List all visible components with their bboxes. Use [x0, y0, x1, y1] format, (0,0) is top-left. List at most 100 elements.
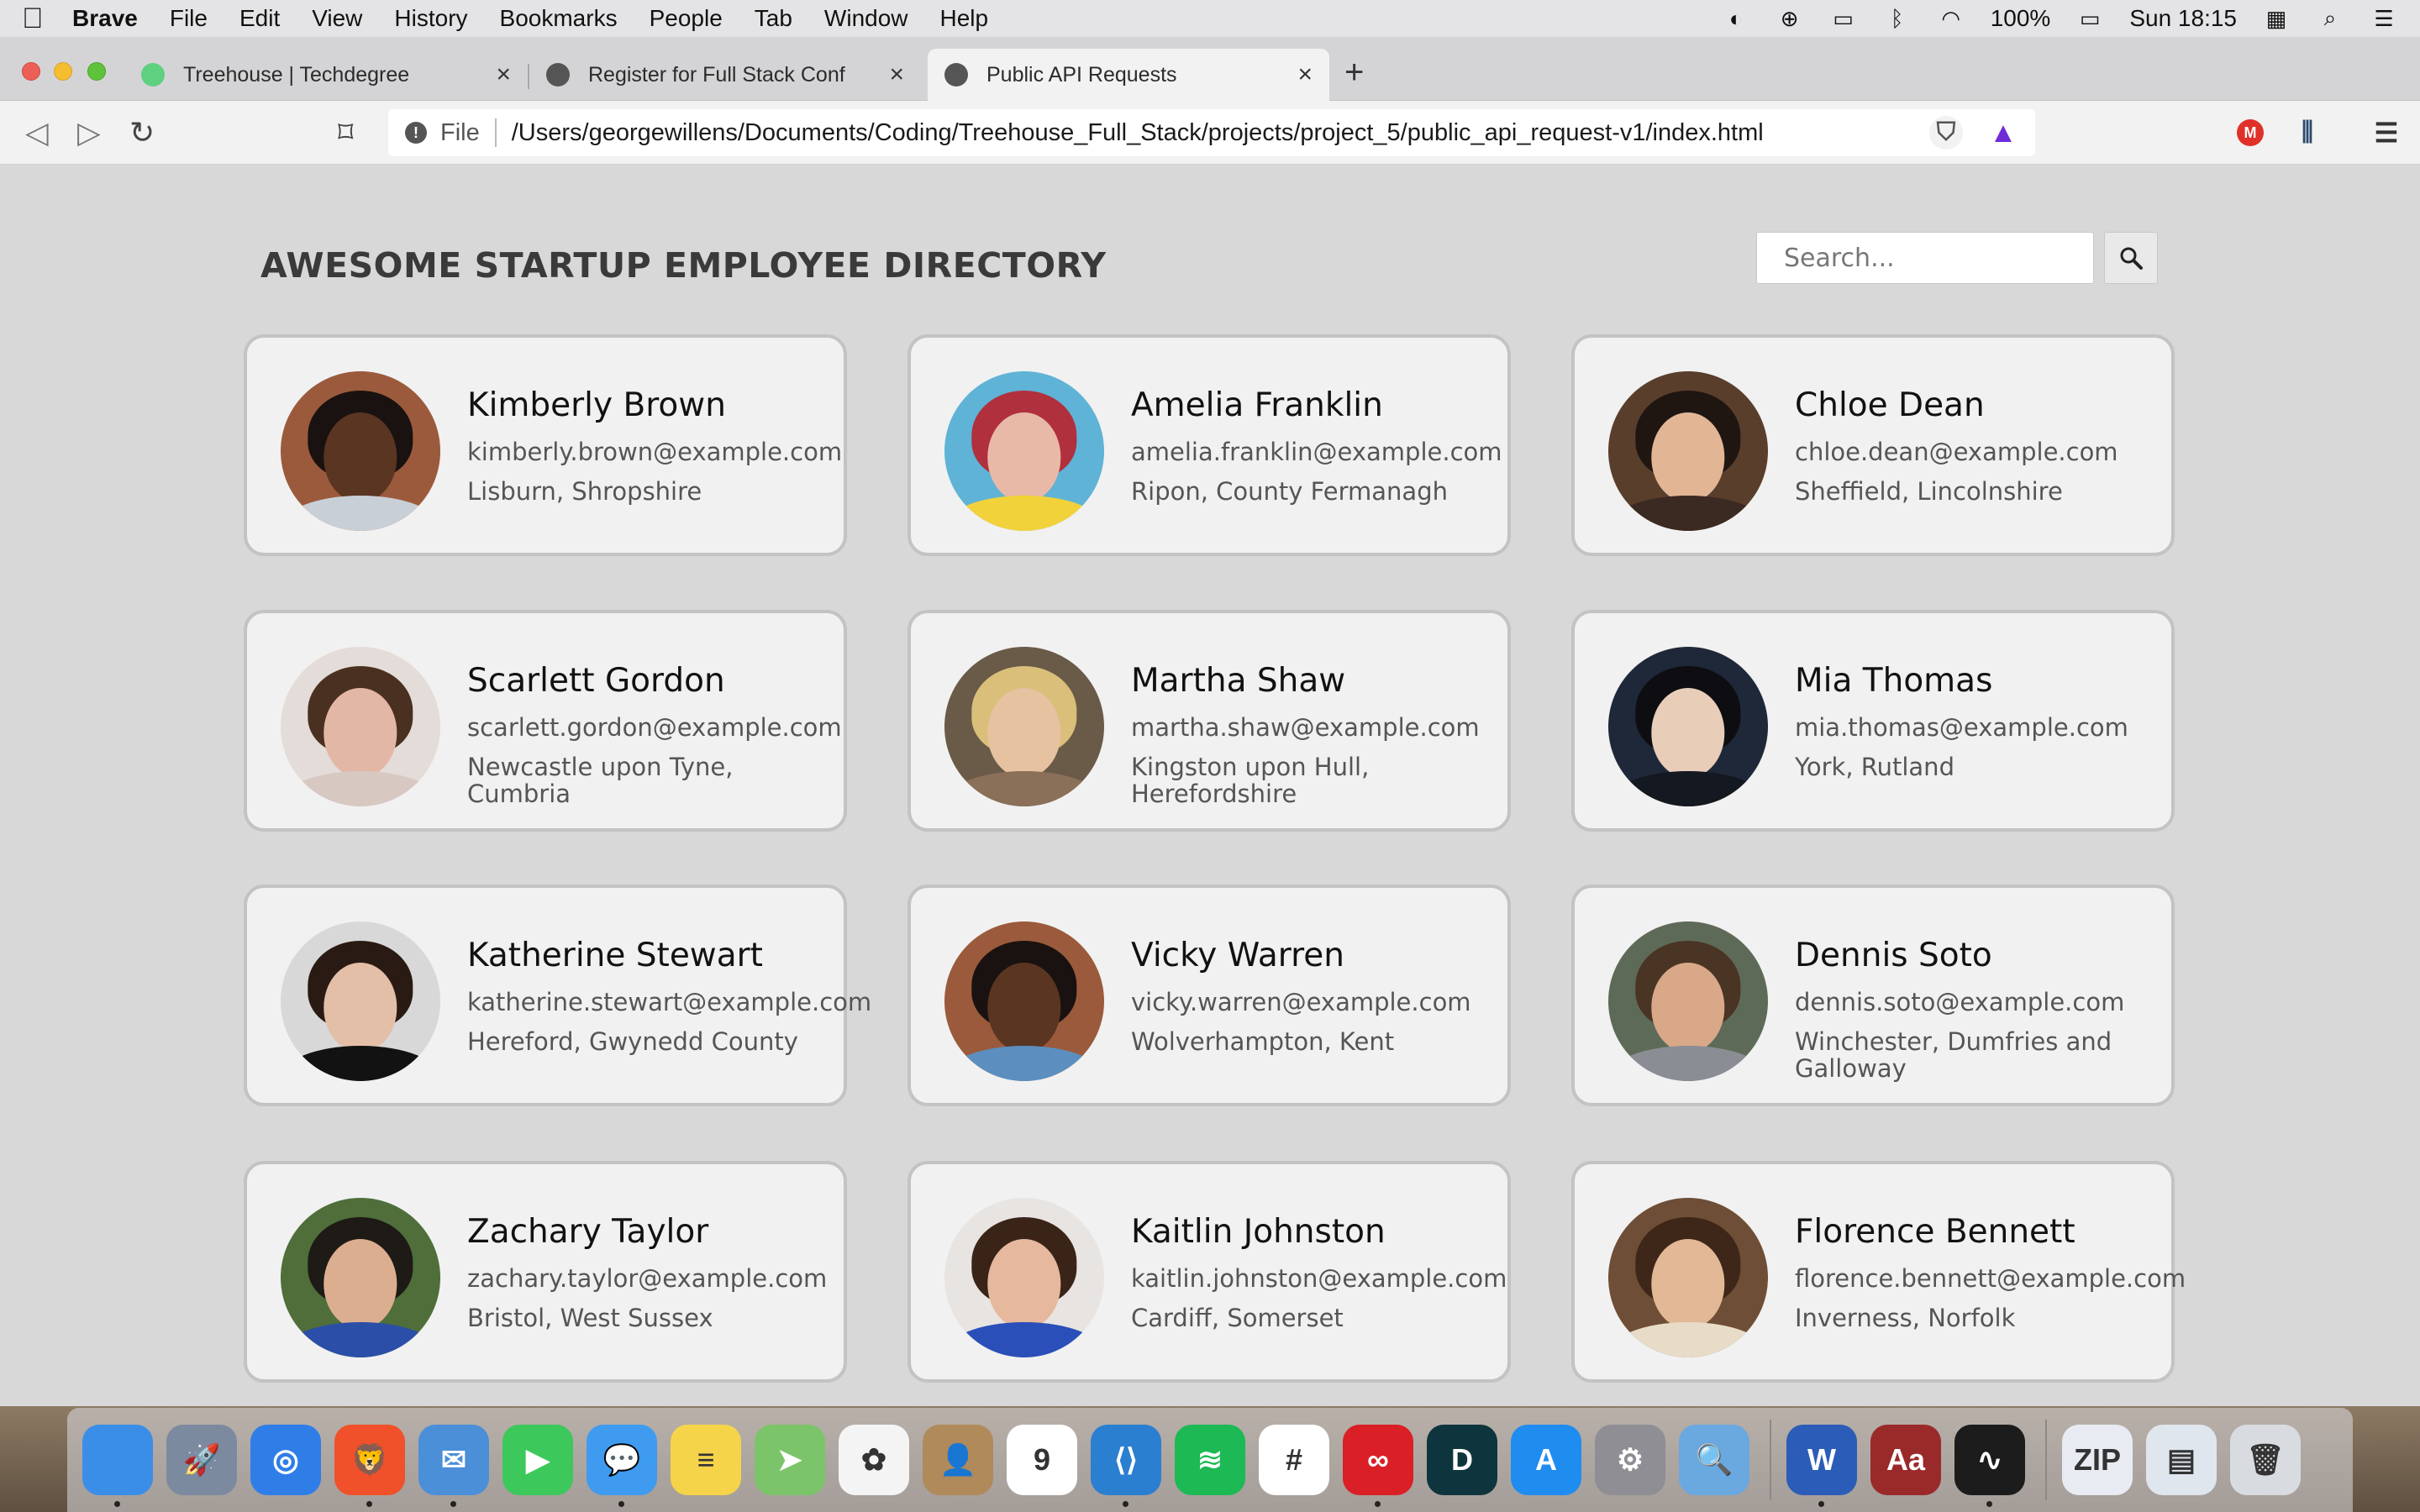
notes-icon[interactable]: ≡ — [671, 1425, 741, 1495]
search-button[interactable] — [2104, 232, 2158, 284]
back-button[interactable]: ◁ — [25, 116, 49, 150]
facetime-icon[interactable]: ▶ — [502, 1425, 573, 1495]
tab-title: Public API Requests — [986, 62, 1177, 87]
menu-view[interactable]: View — [312, 5, 362, 32]
extension-m-icon[interactable]: M — [2237, 119, 2264, 146]
employee-location: Inverness, Norfolk — [1795, 1304, 2016, 1332]
minimize-window-button[interactable] — [54, 62, 72, 81]
employee-card[interactable]: Vicky Warren vicky.warren@example.com Wolv… — [908, 885, 1511, 1106]
tab-public-api[interactable]: Public API Requests × — [928, 49, 1329, 101]
creative-cloud-icon[interactable]: ∞ — [1343, 1425, 1413, 1507]
forward-button[interactable]: ▷ — [77, 116, 101, 150]
employee-email: kaitlin.johnston@example.com — [1131, 1264, 1507, 1293]
maps-icon[interactable]: ➤ — [755, 1425, 825, 1495]
menu-edit[interactable]: Edit — [239, 5, 280, 32]
archive-icon[interactable]: ZIP — [2062, 1425, 2133, 1495]
brave-rewards-icon[interactable]: ▲ — [1986, 116, 2020, 150]
menu-history[interactable]: History — [394, 5, 467, 32]
employee-card[interactable]: Martha Shaw martha.shaw@example.com Kingst… — [908, 610, 1511, 832]
avatar-face — [1651, 1239, 1725, 1329]
activity-monitor-icon[interactable]: ∿ — [1954, 1425, 2025, 1507]
menu-clock[interactable]: Sun 18:15 — [2129, 5, 2237, 32]
app-store-icon[interactable]: A — [1511, 1425, 1581, 1495]
battery-icon[interactable]: ▭ — [2075, 4, 2104, 33]
dictionary-icon[interactable]: Aa — [1870, 1425, 1941, 1495]
word-icon[interactable]: W — [1786, 1425, 1857, 1507]
fullscreen-window-button[interactable] — [87, 62, 106, 81]
menu-file[interactable]: File — [170, 5, 208, 32]
launchpad-icon[interactable]: 🚀 — [166, 1425, 237, 1495]
employee-card[interactable]: Chloe Dean chloe.dean@example.com Sheffiel… — [1571, 334, 2175, 556]
notification-center-icon[interactable]: ☰ — [2370, 4, 2398, 33]
menu-app-name[interactable]: Brave — [72, 5, 138, 32]
employee-card[interactable]: Katherine Stewart katherine.stewart@examp… — [244, 885, 871, 1106]
tab-register[interactable]: Register for Full Stack Conf × — [529, 49, 921, 101]
employee-card[interactable]: Scarlett Gordon scarlett.gordon@example.c… — [244, 610, 847, 832]
url-text[interactable]: /Users/georgewillens/Documents/Coding/Tr… — [512, 119, 1764, 147]
downloads-icon[interactable]: ▤ — [2146, 1425, 2217, 1495]
dashlane-icon[interactable]: D — [1427, 1425, 1497, 1495]
browser-menu-icon[interactable]: ☰ — [2370, 116, 2403, 150]
employee-card[interactable]: Kimberly Brown kimberly.brown@example.com… — [244, 334, 847, 556]
slack-icon[interactable]: # — [1259, 1425, 1329, 1495]
spotlight-search-icon[interactable]: ⌕ — [2316, 4, 2344, 33]
close-tab-icon[interactable]: × — [1297, 60, 1313, 89]
vscode-icon[interactable]: ⟨⟩ — [1091, 1425, 1161, 1507]
uk-flag-icon[interactable]: ▦ — [2262, 4, 2291, 33]
spotify-icon[interactable]: ≋ — [1175, 1425, 1245, 1495]
word-glyph: W — [1807, 1442, 1836, 1477]
menu-help[interactable]: Help — [940, 5, 989, 32]
contacts-icon[interactable]: 👤 — [923, 1425, 993, 1495]
site-info-icon[interactable]: ! — [405, 122, 427, 144]
airplay-icon[interactable]: ▭ — [1829, 4, 1858, 33]
wifi-icon[interactable]: ◠ — [1937, 4, 1965, 33]
brave-icon[interactable]: 🦁 — [334, 1425, 405, 1507]
apple-menu-icon[interactable]:  — [22, 3, 72, 35]
url-divider — [494, 118, 497, 147]
avatar-face — [1651, 688, 1725, 778]
menu-tab[interactable]: Tab — [755, 5, 792, 32]
employee-card[interactable]: Florence Bennett florence.bennett@example… — [1571, 1161, 2186, 1383]
close-tab-icon[interactable]: × — [496, 60, 511, 89]
menu-bookmarks[interactable]: Bookmarks — [500, 5, 618, 32]
employee-card[interactable]: Mia Thomas mia.thomas@example.com York, Ru… — [1571, 610, 2175, 832]
malwarebytes-icon[interactable]: ⊕ — [1776, 4, 1804, 33]
close-window-button[interactable] — [22, 62, 40, 81]
brave-shields-icon[interactable]: ⛉ — [1929, 116, 1963, 150]
trash-icon[interactable]: 🗑 — [2230, 1425, 2301, 1495]
messages-icon[interactable]: 💬 — [587, 1425, 657, 1507]
avatar-shoulders — [1608, 1322, 1768, 1357]
new-tab-button[interactable]: + — [1344, 55, 1364, 89]
system-preferences-icon[interactable]: ⚙ — [1595, 1425, 1665, 1495]
bluetooth-icon[interactable]: ᛒ — [1883, 4, 1912, 33]
employee-card[interactable]: Kaitlin Johnston kaitlin.johnston@example… — [908, 1161, 1511, 1383]
spotify-glyph: ≋ — [1197, 1442, 1223, 1477]
tab-treehouse[interactable]: Treehouse | Techdegree × — [124, 49, 528, 101]
employee-name: Amelia Franklin — [1131, 386, 1383, 424]
employee-card[interactable]: Dennis Soto dennis.soto@example.com Winche… — [1571, 885, 2175, 1106]
employee-card[interactable]: Amelia Franklin amelia.franklin@example.c… — [908, 334, 1511, 556]
safari-icon[interactable]: ◎ — [250, 1425, 321, 1495]
search-input[interactable] — [1756, 232, 2094, 284]
menu-window[interactable]: Window — [824, 5, 908, 32]
employee-name: Mia Thomas — [1795, 662, 1993, 700]
menu-people[interactable]: People — [650, 5, 723, 32]
preview-icon[interactable]: 🔍 — [1679, 1425, 1749, 1495]
dark-mode-icon[interactable]: ◐ — [1722, 4, 1750, 33]
reload-button[interactable]: ↻ — [129, 116, 155, 150]
tab-title: Register for Full Stack Conf — [588, 62, 845, 87]
calendar-icon[interactable]: 9 — [1007, 1425, 1077, 1495]
mail-icon[interactable]: ✉ — [418, 1425, 489, 1507]
extension-bars-icon[interactable]: ⫼ — [2291, 116, 2324, 150]
running-indicator — [114, 1501, 120, 1507]
globe-icon — [546, 63, 570, 87]
bookmark-icon[interactable]: ⌑ — [338, 116, 353, 150]
employee-card[interactable]: Zachary Taylor zachary.taylor@example.com… — [244, 1161, 847, 1383]
close-tab-icon[interactable]: × — [889, 60, 904, 89]
photos-icon[interactable]: ✿ — [839, 1425, 909, 1495]
employee-info: Chloe Dean chloe.dean@example.com Sheffiel… — [1795, 386, 2165, 505]
avatar-shoulders — [1608, 496, 1768, 531]
avatar-face — [987, 412, 1061, 502]
address-bar[interactable]: ! File /Users/georgewillens/Documents/Co… — [388, 109, 2035, 156]
finder-icon[interactable] — [82, 1425, 153, 1507]
